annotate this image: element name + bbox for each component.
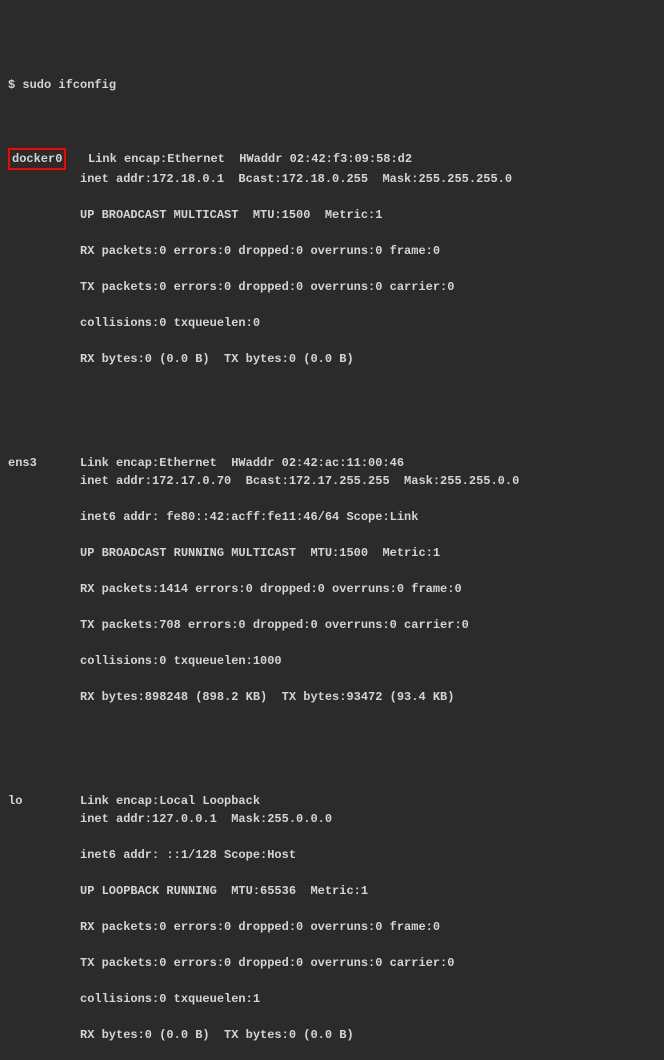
interface-name-docker0: docker0 [8,148,66,170]
iface-line: collisions:0 txqueuelen:1 [8,990,656,1008]
interface-lo: loLink encap:Local Loopback inet addr:12… [8,774,656,1060]
interface-ens3: ens3Link encap:Ethernet HWaddr 02:42:ac:… [8,436,656,724]
iface-line: inet addr:127.0.0.1 Mask:255.0.0.0 [8,810,656,828]
iface-line: RX bytes:0 (0.0 B) TX bytes:0 (0.0 B) [8,350,656,368]
iface-line: collisions:0 txqueuelen:1000 [8,652,656,670]
iface-line: collisions:0 txqueuelen:0 [8,314,656,332]
iface-line: Link encap:Ethernet HWaddr 02:42:f3:09:5… [88,152,412,166]
iface-line: inet addr:172.18.0.1 Bcast:172.18.0.255 … [8,170,656,188]
iface-line: TX packets:0 errors:0 dropped:0 overruns… [8,954,656,972]
iface-line: RX bytes:0 (0.0 B) TX bytes:0 (0.0 B) [8,1026,656,1044]
interface-name-ens3: ens3 [8,454,80,472]
interface-name-lo: lo [8,792,80,810]
command-prompt: $ sudo ifconfig [8,76,656,94]
interface-docker0: docker0 Link encap:Ethernet HWaddr 02:42… [8,130,656,386]
iface-line: UP BROADCAST RUNNING MULTICAST MTU:1500 … [8,544,656,562]
iface-line: inet6 addr: ::1/128 Scope:Host [8,846,656,864]
iface-line: TX packets:708 errors:0 dropped:0 overru… [8,616,656,634]
iface-line: RX packets:0 errors:0 dropped:0 overruns… [8,242,656,260]
iface-line: UP BROADCAST MULTICAST MTU:1500 Metric:1 [8,206,656,224]
iface-line: Link encap:Ethernet HWaddr 02:42:ac:11:0… [80,456,404,470]
iface-line: UP LOOPBACK RUNNING MTU:65536 Metric:1 [8,882,656,900]
iface-line: RX packets:1414 errors:0 dropped:0 overr… [8,580,656,598]
iface-line: RX packets:0 errors:0 dropped:0 overruns… [8,918,656,936]
iface-line: RX bytes:898248 (898.2 KB) TX bytes:9347… [8,688,656,706]
iface-line: inet addr:172.17.0.70 Bcast:172.17.255.2… [8,472,656,490]
iface-line: inet6 addr: fe80::42:acff:fe11:46/64 Sco… [8,508,656,526]
iface-line: Link encap:Local Loopback [80,794,260,808]
iface-line: TX packets:0 errors:0 dropped:0 overruns… [8,278,656,296]
